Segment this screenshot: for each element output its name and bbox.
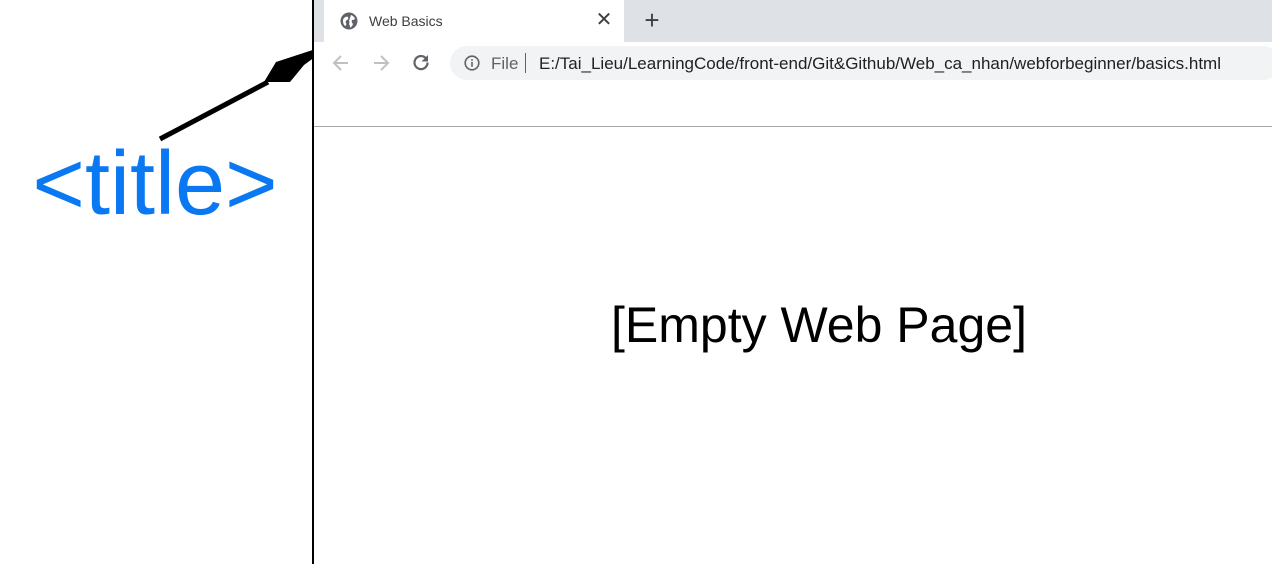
url-text[interactable]: E:/Tai_Lieu/LearningCode/front-end/Git&G… <box>539 54 1221 74</box>
globe-icon <box>340 12 358 30</box>
arrow-left-icon[interactable] <box>330 52 352 74</box>
scheme-label: File <box>491 54 519 73</box>
browser-toolbar: File E:/Tai_Lieu/LearningCode/front-end/… <box>314 42 1272 87</box>
reload-icon[interactable] <box>410 52 432 74</box>
empty-page-placeholder: [Empty Web Page] <box>611 297 1027 353</box>
annotation-label: <title> <box>32 134 278 234</box>
new-tab-button[interactable]: + <box>639 7 665 34</box>
omnibox-separator <box>525 53 526 73</box>
close-icon[interactable]: ✕ <box>594 10 614 30</box>
tab-title: Web Basics <box>369 13 443 29</box>
page-viewport: [Empty Web Page] <box>314 127 1272 564</box>
browser-window: Web Basics ✕ + File E:/Tai_Lieu/Learning… <box>314 0 1272 564</box>
arrow-right-icon[interactable] <box>370 52 392 74</box>
screenshot-stage: <title> Web Basics ✕ + File E:/Tai_Lieu/… <box>0 0 1272 564</box>
tab-strip: Web Basics ✕ + <box>314 0 1272 42</box>
address-bar[interactable]: File E:/Tai_Lieu/LearningCode/front-end/… <box>450 46 1272 80</box>
tab-web-basics[interactable]: Web Basics ✕ <box>324 0 624 42</box>
info-icon[interactable] <box>464 55 480 71</box>
